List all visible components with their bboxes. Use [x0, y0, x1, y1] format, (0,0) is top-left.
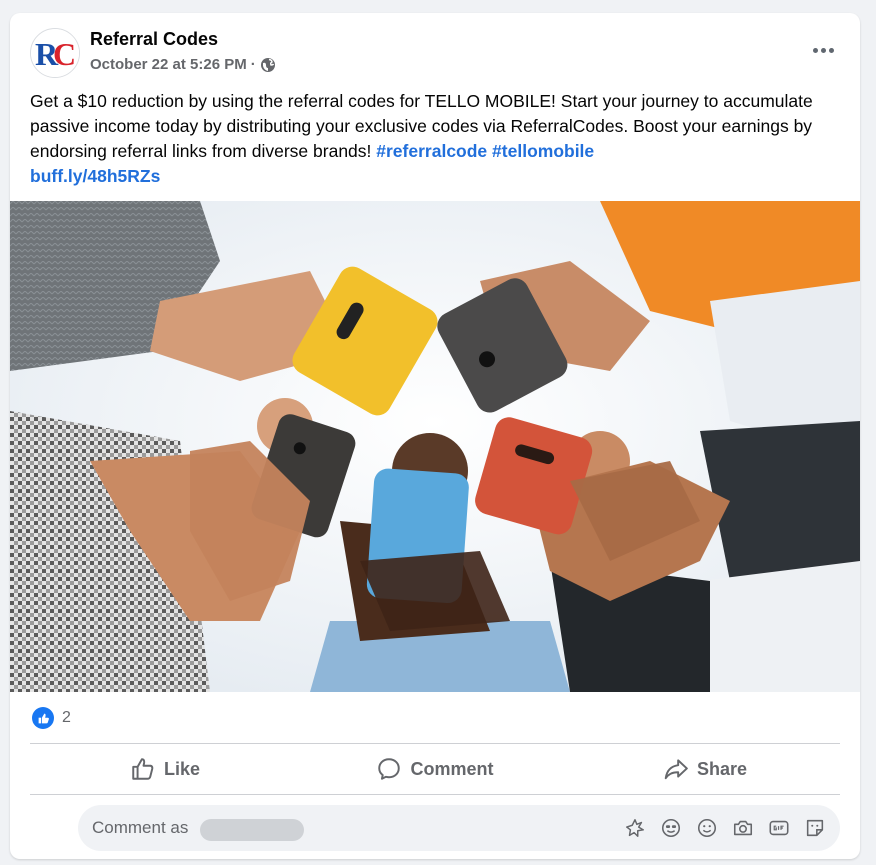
like-label: Like: [163, 758, 201, 779]
hashtag-link[interactable]: #referralcode: [376, 141, 487, 161]
comment-placeholder: Comment as: [92, 818, 189, 837]
sticker-icon[interactable]: [802, 815, 828, 841]
globe-icon: [260, 57, 275, 72]
share-arrow-icon: [664, 759, 688, 780]
page-name-link[interactable]: Referral Codes: [90, 29, 218, 50]
comment-tools: [612, 815, 828, 841]
actions-divider-bottom: [30, 794, 840, 795]
like-button[interactable]: Like: [30, 745, 300, 793]
comment-bubble-icon: [378, 758, 401, 780]
comment-button[interactable]: Comment: [300, 745, 570, 793]
page-avatar[interactable]: R C: [30, 28, 80, 78]
share-button[interactable]: Share: [570, 745, 840, 793]
share-label: Share: [696, 758, 748, 779]
actions-divider-top: [30, 743, 840, 744]
post-photo[interactable]: [10, 201, 860, 692]
like-reaction-icon: [32, 707, 54, 729]
meta-separator: ·: [250, 56, 256, 73]
camera-icon[interactable]: [730, 815, 756, 841]
blurred-username: [200, 819, 304, 841]
post-actions: Like Comment Share: [30, 745, 840, 793]
emoji-icon[interactable]: [694, 815, 720, 841]
post-meta: October 22 at 5:26 PM ·: [90, 56, 276, 73]
more-dot-icon: [820, 47, 826, 53]
people-holding-phones-photo: [10, 201, 860, 692]
comment-label: Comment: [410, 758, 494, 779]
post-header: R C Referral Codes October 22 at 5:26 PM…: [10, 13, 860, 93]
svg-text:C: C: [53, 36, 76, 72]
hashtag-link[interactable]: #tellomobile: [492, 141, 594, 161]
more-dot-icon: [828, 47, 834, 53]
post-timestamp[interactable]: October 22 at 5:26 PM: [90, 56, 247, 73]
more-options-button[interactable]: [808, 39, 838, 61]
gif-icon[interactable]: [766, 815, 792, 841]
emoji-smile-icon[interactable]: [658, 815, 684, 841]
post-card: R C Referral Codes October 22 at 5:26 PM…: [10, 13, 860, 859]
post-body: Get a $10 reduction by using the referra…: [30, 89, 845, 189]
reaction-summary[interactable]: 2: [32, 706, 71, 730]
avatar-sticker-icon[interactable]: [622, 815, 648, 841]
external-link[interactable]: buff.ly/48h5RZs: [30, 166, 160, 186]
thumbs-up-icon: [132, 758, 154, 780]
reaction-count: 2: [62, 709, 71, 726]
comment-input[interactable]: Comment as: [78, 805, 840, 851]
more-dot-icon: [812, 47, 818, 53]
